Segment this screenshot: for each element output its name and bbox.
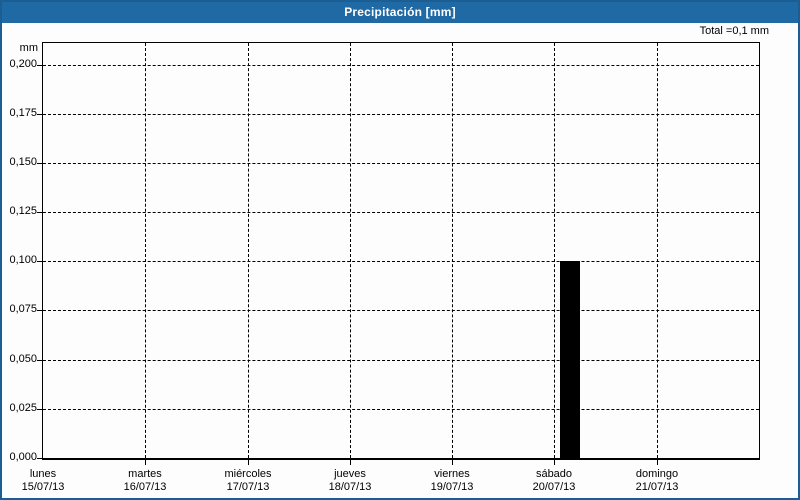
x-axis-tick <box>248 460 249 465</box>
day-date-label: 17/07/13 <box>226 481 270 493</box>
gridline-horizontal <box>43 360 759 361</box>
day-date-label: 15/07/13 <box>21 481 65 493</box>
x-category-label: miércoles 17/07/13 <box>224 468 271 494</box>
total-label: Total =0,1 mm <box>699 25 769 37</box>
day-date-label: 16/07/13 <box>123 481 167 493</box>
gridline-vertical <box>452 43 453 458</box>
x-axis-tick <box>350 460 351 465</box>
gridline-horizontal <box>43 114 759 115</box>
y-tick-label: 0,200 <box>9 58 37 70</box>
x-axis-tick <box>554 460 555 465</box>
y-tick-label: 0,000 <box>9 451 37 463</box>
y-tick-label: 0,025 <box>9 402 37 414</box>
x-category-label: lunes 15/07/13 <box>22 468 65 494</box>
day-name-label: martes <box>128 468 162 480</box>
gridline-horizontal <box>43 310 759 311</box>
y-tick-label: 0,075 <box>9 303 37 315</box>
gridline-vertical <box>145 43 146 458</box>
day-date-label: 19/07/13 <box>430 481 474 493</box>
x-category-label: martes 16/07/13 <box>124 468 167 494</box>
day-name-label: sábado <box>535 468 573 480</box>
y-tick-label: 0,050 <box>9 353 37 365</box>
plot-area <box>42 42 760 460</box>
x-category-label: jueves 18/07/13 <box>329 468 372 494</box>
day-date-label: 20/07/13 <box>532 481 576 493</box>
chart-title: Precipitación [mm] <box>2 2 798 23</box>
gridline-horizontal <box>43 65 759 66</box>
gridline-horizontal <box>43 212 759 213</box>
gridline-horizontal <box>43 409 759 410</box>
day-name-label: lunes <box>29 468 57 480</box>
day-name-label: miércoles <box>224 468 272 480</box>
x-axis-tick <box>145 460 146 465</box>
day-name-label: domingo <box>635 468 679 480</box>
gridline-horizontal <box>43 261 759 262</box>
x-axis-tick <box>452 460 453 465</box>
day-name-label: jueves <box>334 468 366 480</box>
gridline-vertical <box>350 43 351 458</box>
y-tick-label: 0,125 <box>9 205 37 217</box>
x-category-label: domingo 21/07/13 <box>636 468 679 494</box>
chart-window: Precipitación [mm] Total =0,1 mm mm 0,00… <box>0 0 800 500</box>
y-axis-unit-label: mm <box>19 42 38 54</box>
y-tick-label: 0,100 <box>9 254 37 266</box>
y-tick-label: 0,150 <box>9 156 37 168</box>
day-date-label: 18/07/13 <box>328 481 372 493</box>
gridline-horizontal <box>43 163 759 164</box>
gridline-vertical <box>657 43 658 458</box>
day-date-label: 21/07/13 <box>635 481 679 493</box>
x-axis-tick <box>657 460 658 465</box>
x-category-label: sábado 20/07/13 <box>533 468 576 494</box>
day-name-label: viernes <box>434 468 470 480</box>
gridline-vertical <box>554 43 555 458</box>
gridline-vertical <box>248 43 249 458</box>
y-tick-label: 0,175 <box>9 107 37 119</box>
x-category-label: viernes 19/07/13 <box>431 468 474 494</box>
precipitation-bar <box>560 261 580 458</box>
